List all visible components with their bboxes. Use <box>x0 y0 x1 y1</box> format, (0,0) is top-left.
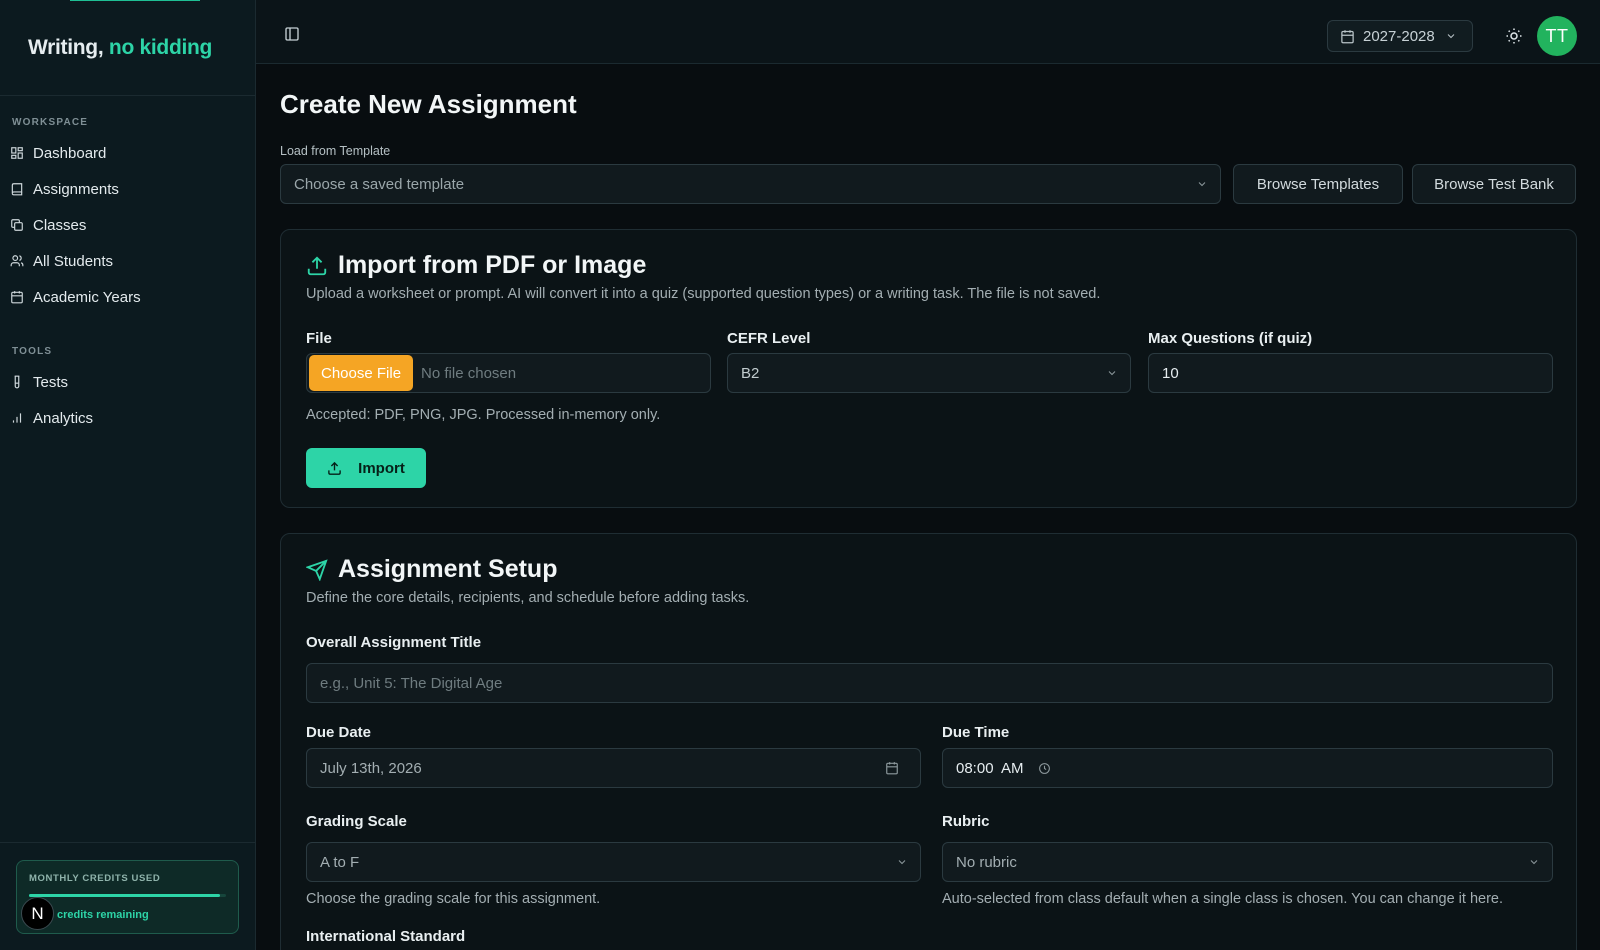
due-date-label: Due Date <box>306 724 372 741</box>
credits-progress-bar <box>29 894 226 897</box>
test-tube-icon <box>14 375 20 389</box>
brand-accent: no kidding <box>108 36 213 59</box>
top-header: 2027-2028 TT <box>256 0 1600 64</box>
rubric-select[interactable]: No rubric <box>942 842 1553 882</box>
setup-card-title-text: Assignment Setup <box>338 555 558 583</box>
due-time-value: 08:00 AM <box>956 759 1024 777</box>
sidebar-item-classes[interactable]: Classes <box>0 209 255 241</box>
import-card: Import from PDF or Image Upload a worksh… <box>280 229 1577 508</box>
setup-card-description: Define the core details, recipients, and… <box>306 590 750 606</box>
brand-logo[interactable]: Writing, no kidding <box>28 36 212 60</box>
import-button-label: Import <box>358 459 405 477</box>
theme-toggle-sun-icon[interactable] <box>1505 27 1523 45</box>
cefr-value: B2 <box>741 364 760 382</box>
due-time-label: Due Time <box>942 724 1010 741</box>
due-date-picker[interactable]: July 13th, 2026 <box>306 748 921 788</box>
rubric-help: Auto-selected from class default when a … <box>942 891 1503 907</box>
grading-scale-label: Grading Scale <box>306 813 407 830</box>
sidebar-item-label: Tests <box>33 373 69 391</box>
import-card-title: Import from PDF or Image <box>306 251 646 280</box>
chevron-down-icon <box>1447 34 1455 39</box>
accepted-formats-help: Accepted: PDF, PNG, JPG. Processed in-me… <box>306 407 661 423</box>
cefr-select[interactable]: B2 <box>727 353 1131 393</box>
international-standard-label: International Standard <box>306 928 466 945</box>
no-file-text: No file chosen <box>421 364 517 382</box>
workspace-label: WORKSPACE <box>12 117 89 128</box>
import-card-title-text: Import from PDF or Image <box>338 251 647 279</box>
credits-remaining: credits remaining <box>57 909 149 921</box>
sidebar-item-label: Academic Years <box>33 288 141 306</box>
user-avatar[interactable]: TT <box>1537 16 1577 56</box>
clock-icon[interactable] <box>1038 762 1051 775</box>
upload-icon <box>328 461 341 475</box>
sidebar-item-all-students[interactable]: All Students <box>0 245 255 277</box>
browse-templates-button[interactable]: Browse Templates <box>1233 164 1403 204</box>
sidebar-bottom-divider <box>0 842 255 843</box>
chevron-down-icon <box>1108 371 1116 376</box>
sidebar-item-tests[interactable]: Tests <box>0 366 255 398</box>
sidebar-item-assignments[interactable]: Assignments <box>0 173 255 205</box>
template-label: Load from Template <box>280 144 391 158</box>
calendar-icon <box>1341 29 1354 43</box>
users-icon <box>10 255 24 267</box>
sidebar-item-label: Dashboard <box>33 144 107 162</box>
import-button[interactable]: Import <box>306 448 426 488</box>
sidebar-item-label: Analytics <box>33 409 94 427</box>
chevron-down-icon <box>1198 182 1206 187</box>
cefr-label: CEFR Level <box>727 330 811 347</box>
chevron-down-icon <box>1530 860 1538 865</box>
sidebar: Writing, no kidding WORKSPACE Dashboard … <box>0 0 256 950</box>
user-menu-avatar[interactable]: N <box>21 897 54 930</box>
template-select[interactable]: Choose a saved template <box>280 164 1221 204</box>
grading-scale-select[interactable]: A to F <box>306 842 921 882</box>
dashboard-icon <box>11 147 23 159</box>
copy-icon <box>11 219 23 231</box>
setup-card-title: Assignment Setup <box>306 555 557 584</box>
brand-text: Writing, <box>28 36 104 59</box>
academic-year-selector[interactable]: 2027-2028 <box>1327 20 1473 52</box>
sidebar-item-label: Classes <box>33 216 87 234</box>
page-title: Create New Assignment <box>280 89 577 119</box>
book-icon <box>11 183 23 196</box>
sidebar-item-label: All Students <box>33 252 114 270</box>
tools-label: TOOLS <box>12 346 53 357</box>
max-questions-label: Max Questions (if quiz) <box>1148 330 1313 347</box>
credits-progress-fill <box>29 894 221 897</box>
bar-chart-icon <box>12 413 22 423</box>
sidebar-item-label: Assignments <box>33 180 119 198</box>
due-date-value: July 13th, 2026 <box>320 759 422 777</box>
template-placeholder: Choose a saved template <box>294 175 465 193</box>
chevron-down-icon <box>898 860 906 865</box>
sidebar-divider <box>0 95 255 96</box>
browse-test-bank-button[interactable]: Browse Test Bank <box>1412 164 1576 204</box>
max-questions-input[interactable]: 10 <box>1148 353 1553 393</box>
main-content: Create New Assignment Load from Template… <box>256 65 1600 950</box>
rubric-label: Rubric <box>942 813 990 830</box>
send-icon <box>306 558 328 581</box>
sidebar-item-dashboard[interactable]: Dashboard <box>0 137 255 169</box>
calendar-icon <box>886 762 898 775</box>
assignment-title-label: Overall Assignment Title <box>306 634 482 651</box>
sidebar-item-academic-years[interactable]: Academic Years <box>0 281 255 313</box>
upload-icon <box>307 255 327 275</box>
calendar-icon <box>11 291 23 304</box>
credits-label: MONTHLY CREDITS USED <box>29 873 161 884</box>
file-input[interactable]: Choose File No file chosen <box>306 353 711 393</box>
choose-file-button[interactable]: Choose File <box>309 355 414 391</box>
sidebar-item-analytics[interactable]: Analytics <box>0 402 255 434</box>
file-label: File <box>306 330 332 347</box>
grading-scale-help: Choose the grading scale for this assign… <box>306 891 601 907</box>
sidebar-top-accent <box>70 0 200 1</box>
assignment-title-input[interactable]: e.g., Unit 5: The Digital Age <box>306 663 1553 703</box>
academic-year-value: 2027-2028 <box>1363 27 1435 45</box>
due-time-input[interactable]: 08:00 AM <box>942 748 1553 788</box>
sidebar-toggle-icon[interactable] <box>284 26 300 42</box>
import-card-description: Upload a worksheet or prompt. AI will co… <box>306 286 1101 302</box>
rubric-value: No rubric <box>956 853 1017 871</box>
grading-scale-value: A to F <box>320 853 360 871</box>
assignment-setup-card: Assignment Setup Define the core details… <box>280 533 1577 950</box>
